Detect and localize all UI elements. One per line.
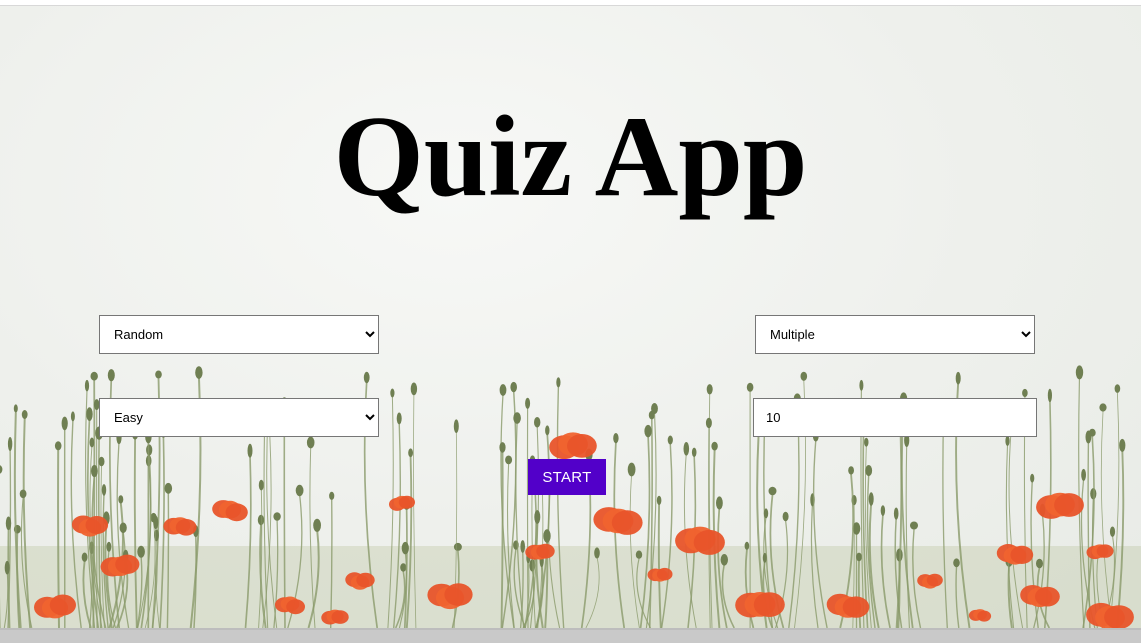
category-select[interactable]: Random [99, 315, 379, 354]
bottom-scrollbar[interactable] [0, 628, 1141, 643]
browser-top-border [0, 0, 1141, 6]
amount-input[interactable] [753, 398, 1037, 437]
page-title: Quiz App [333, 93, 808, 221]
start-button[interactable]: START [528, 459, 606, 495]
difficulty-select[interactable]: Easy [99, 398, 379, 437]
type-select[interactable]: Multiple [755, 315, 1035, 354]
